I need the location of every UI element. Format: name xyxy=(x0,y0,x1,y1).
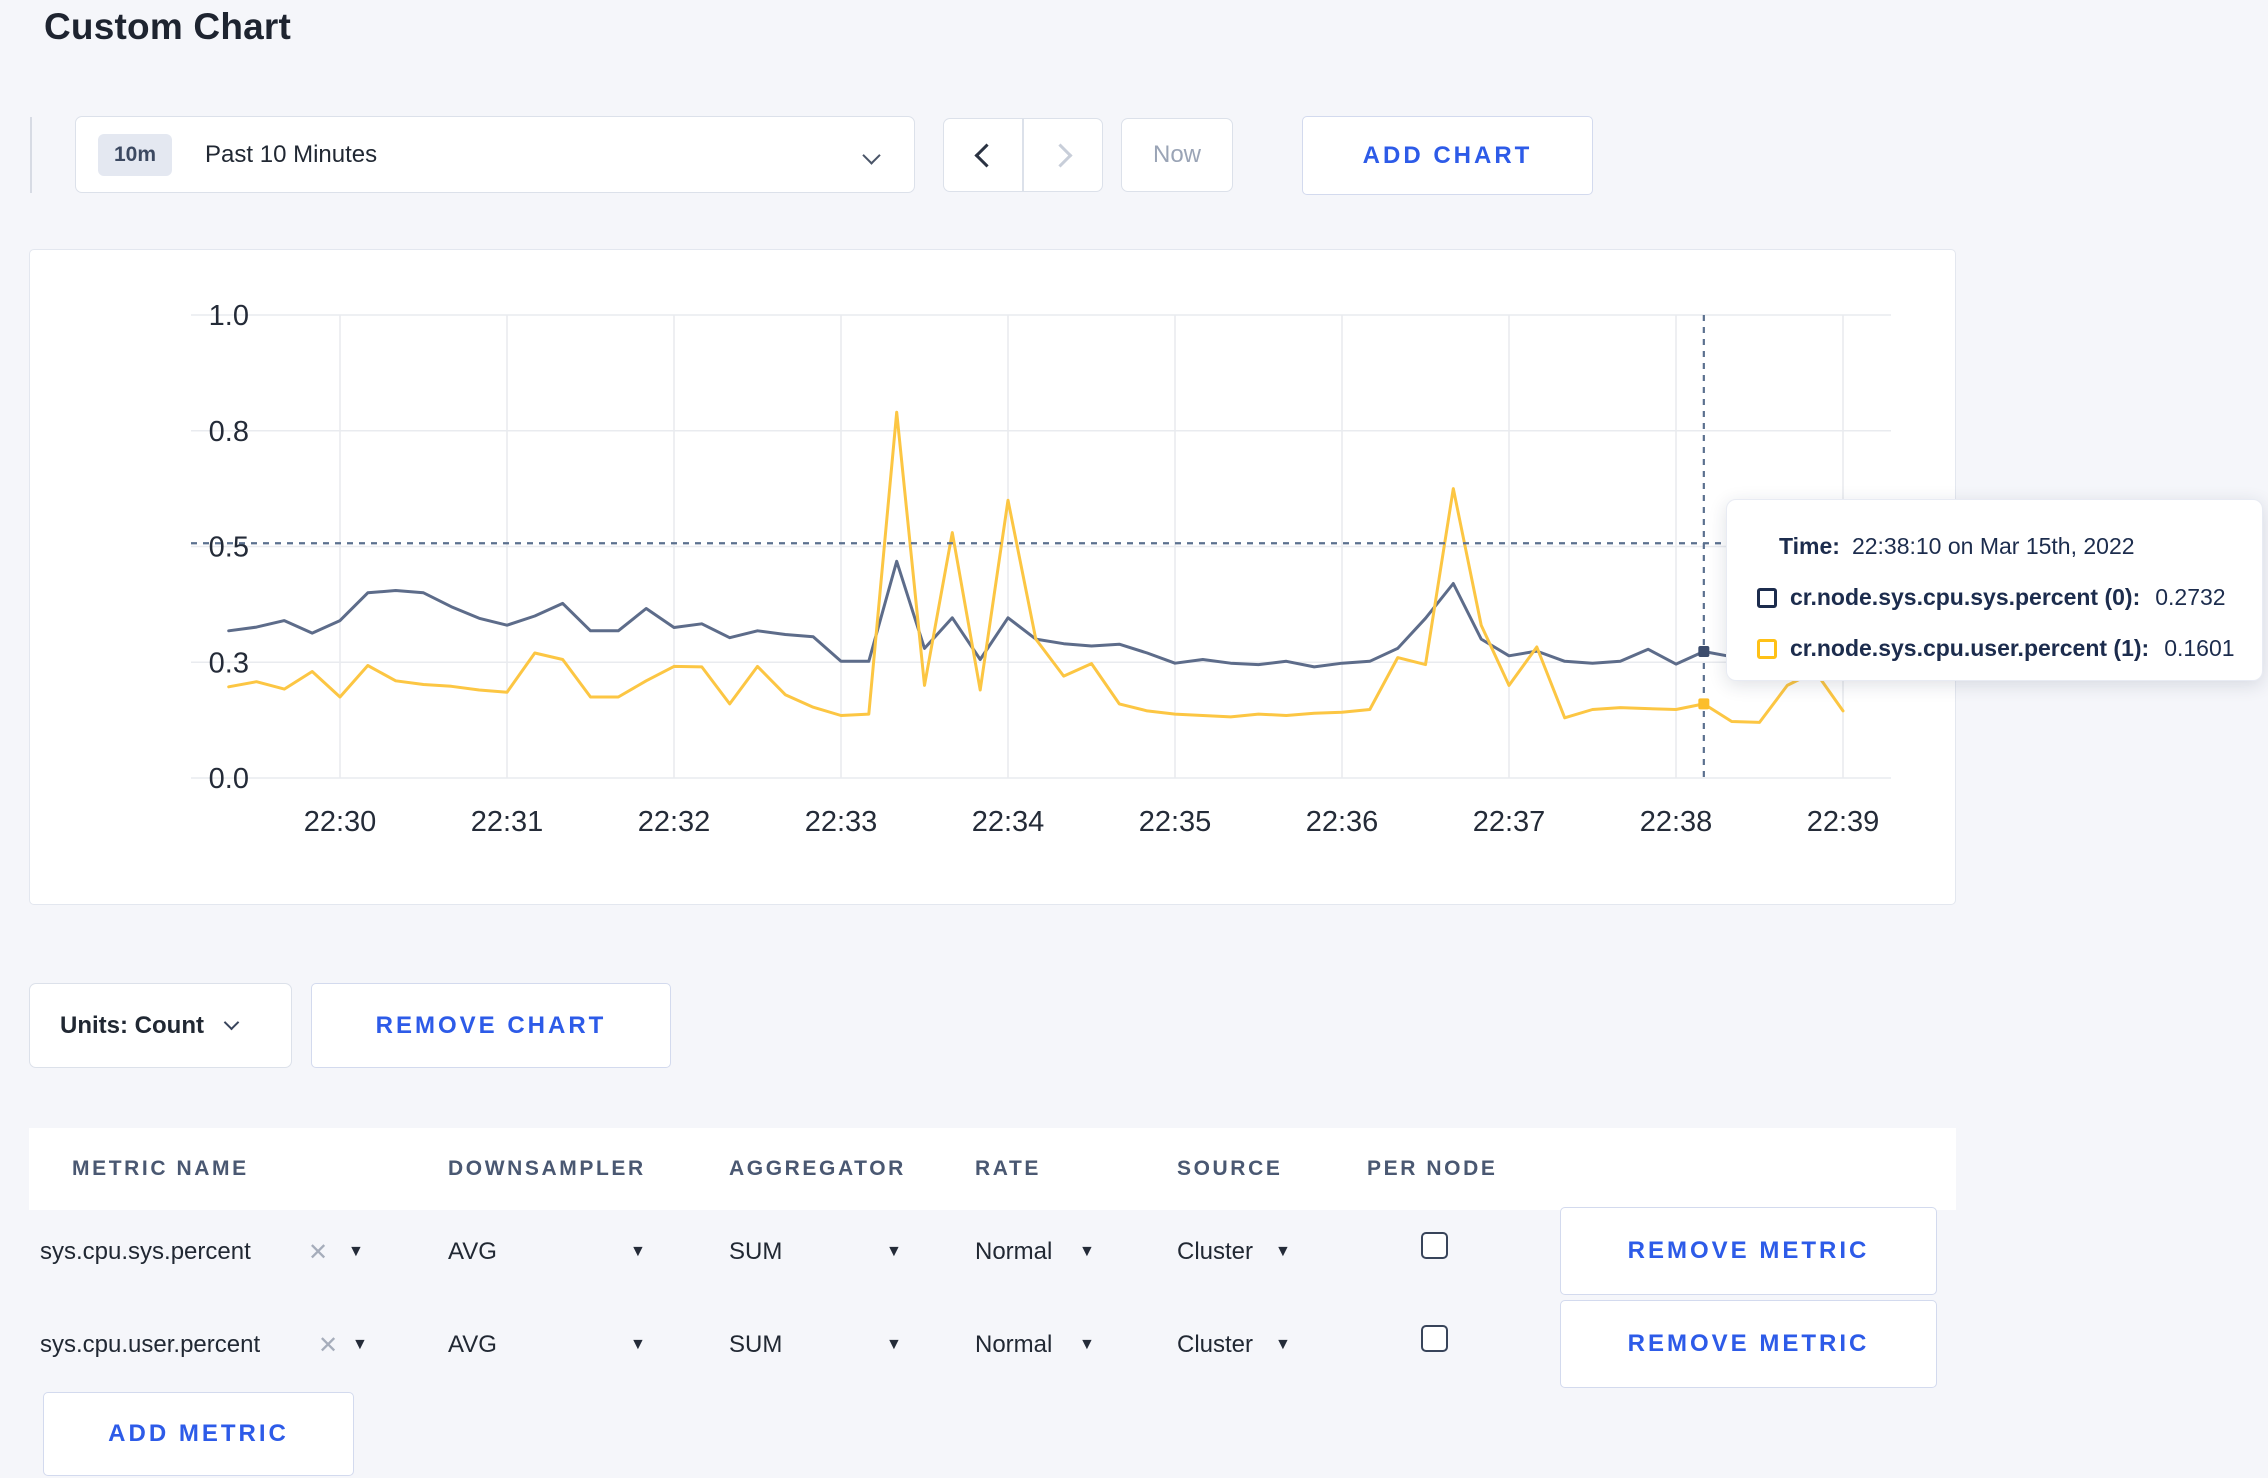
tooltip-series-sys-name: cr.node.sys.cpu.sys.percent (0): xyxy=(1790,584,2141,610)
x-axis-tick-label: 22:34 xyxy=(972,806,1045,838)
col-source: SOURCE xyxy=(1177,1157,1283,1180)
caret-down-icon[interactable]: ▼ xyxy=(348,1243,364,1261)
y-axis-tick-label: 0.0 xyxy=(209,763,249,795)
aggregator-select[interactable]: SUM xyxy=(729,1331,782,1359)
x-axis-tick-label: 22:36 xyxy=(1306,806,1379,838)
y-axis-tick-label: 0.3 xyxy=(209,647,249,679)
prev-time-button[interactable] xyxy=(943,118,1023,192)
metric-name-select[interactable]: sys.cpu.user.percent xyxy=(40,1331,260,1359)
caret-down-icon[interactable]: ▼ xyxy=(1275,1243,1291,1261)
y-axis-tick-label: 1.0 xyxy=(209,300,249,332)
tooltip-time-value: 22:38:10 on Mar 15th, 2022 xyxy=(1851,533,2135,559)
caret-down-icon[interactable]: ▼ xyxy=(630,1336,646,1354)
series-line-1 xyxy=(227,410,1845,724)
col-downsampler: DOWNSAMPLER xyxy=(448,1157,646,1180)
caret-down-icon[interactable]: ▼ xyxy=(1079,1243,1095,1261)
x-axis-tick-label: 22:31 xyxy=(471,806,544,838)
chevron-down-icon xyxy=(223,1014,240,1031)
page-title: Custom Chart xyxy=(44,6,292,47)
caret-down-icon[interactable]: ▼ xyxy=(1275,1336,1291,1354)
x-axis-tick-label: 22:38 xyxy=(1640,806,1713,838)
per-node-checkbox[interactable] xyxy=(1421,1325,1448,1352)
chevron-left-icon xyxy=(973,142,999,168)
x-axis-tick-label: 22:30 xyxy=(304,806,377,838)
remove-metric-x-icon[interactable]: ✕ xyxy=(308,1238,328,1267)
rate-select[interactable]: Normal xyxy=(975,1331,1052,1359)
chart-tooltip: Time: 22:38:10 on Mar 15th, 2022 cr.node… xyxy=(1726,499,2263,681)
time-range-dropdown[interactable]: 10m Past 10 Minutes xyxy=(75,116,915,193)
col-metric-name: METRIC NAME xyxy=(72,1157,249,1180)
col-aggregator: AGGREGATOR xyxy=(729,1157,906,1180)
remove-chart-button[interactable]: REMOVE CHART xyxy=(311,983,671,1068)
custom-chart-page: Custom Chart 10m Past 10 Minutes Now ADD… xyxy=(0,0,2268,1478)
x-axis-tick-label: 22:33 xyxy=(805,806,878,838)
add-chart-button[interactable]: ADD CHART xyxy=(1302,116,1593,195)
units-dropdown[interactable]: Units: Count xyxy=(29,983,292,1068)
rate-select[interactable]: Normal xyxy=(975,1238,1052,1266)
tooltip-series-user-value: 0.1601 xyxy=(2164,635,2235,661)
per-node-checkbox[interactable] xyxy=(1421,1232,1448,1259)
series-line-0 xyxy=(227,559,1845,669)
y-axis-tick-label: 0.5 xyxy=(209,532,249,564)
now-button[interactable]: Now xyxy=(1121,118,1233,192)
source-select[interactable]: Cluster xyxy=(1177,1238,1253,1266)
caret-down-icon[interactable]: ▼ xyxy=(886,1243,902,1261)
tooltip-time-label: Time: xyxy=(1779,533,1840,559)
caret-down-icon[interactable]: ▼ xyxy=(352,1336,368,1354)
metric-name-select[interactable]: sys.cpu.sys.percent xyxy=(40,1238,251,1266)
caret-down-icon[interactable]: ▼ xyxy=(1079,1336,1095,1354)
chart-card: 0.0 0.3 0.5 0.8 1.0 22:30 22:31 22:32 22:33 22:34… xyxy=(29,249,1956,905)
hover-marker-0 xyxy=(1698,646,1710,658)
series-user-swatch-icon xyxy=(1757,638,1777,659)
col-per-node: PER NODE xyxy=(1367,1157,1498,1180)
source-select[interactable]: Cluster xyxy=(1177,1331,1253,1359)
tooltip-series-sys-value: 0.2732 xyxy=(2155,584,2226,610)
add-metric-button[interactable]: ADD METRIC xyxy=(43,1392,354,1476)
chevron-right-icon xyxy=(1047,142,1073,168)
caret-down-icon[interactable]: ▼ xyxy=(630,1243,646,1261)
timeseries-chart[interactable]: 0.0 0.3 0.5 0.8 1.0 22:30 22:31 22:32 22:33 22:34… xyxy=(30,250,1955,904)
units-label: Units: Count xyxy=(60,1011,204,1039)
x-axis-tick-label: 22:32 xyxy=(638,806,711,838)
x-axis-tick-label: 22:37 xyxy=(1473,806,1546,838)
aggregator-select[interactable]: SUM xyxy=(729,1238,782,1266)
downsampler-select[interactable]: AVG xyxy=(448,1331,497,1359)
series-sys-swatch-icon xyxy=(1757,587,1777,608)
time-range-label: Past 10 Minutes xyxy=(205,140,378,168)
hover-marker-1 xyxy=(1698,698,1710,710)
y-axis-tick-label: 0.8 xyxy=(209,416,249,448)
chevron-down-icon xyxy=(862,146,881,165)
tooltip-series-user-name: cr.node.sys.cpu.user.percent (1): xyxy=(1790,635,2150,661)
x-axis-tick-label: 22:35 xyxy=(1139,806,1212,838)
x-axis-tick-label: 22:39 xyxy=(1807,806,1880,838)
toolbar-divider xyxy=(30,117,32,193)
caret-down-icon[interactable]: ▼ xyxy=(886,1336,902,1354)
downsampler-select[interactable]: AVG xyxy=(448,1238,497,1266)
metrics-table-header: METRIC NAME DOWNSAMPLER AGGREGATOR RATE … xyxy=(29,1128,1956,1210)
time-range-badge: 10m xyxy=(98,133,173,176)
remove-metric-x-icon[interactable]: ✕ xyxy=(318,1331,338,1360)
next-time-button[interactable] xyxy=(1023,118,1103,192)
remove-metric-button[interactable]: REMOVE METRIC xyxy=(1560,1207,1937,1295)
col-rate: RATE xyxy=(975,1157,1042,1180)
remove-metric-button[interactable]: REMOVE METRIC xyxy=(1560,1300,1937,1388)
time-pager xyxy=(943,118,1103,192)
